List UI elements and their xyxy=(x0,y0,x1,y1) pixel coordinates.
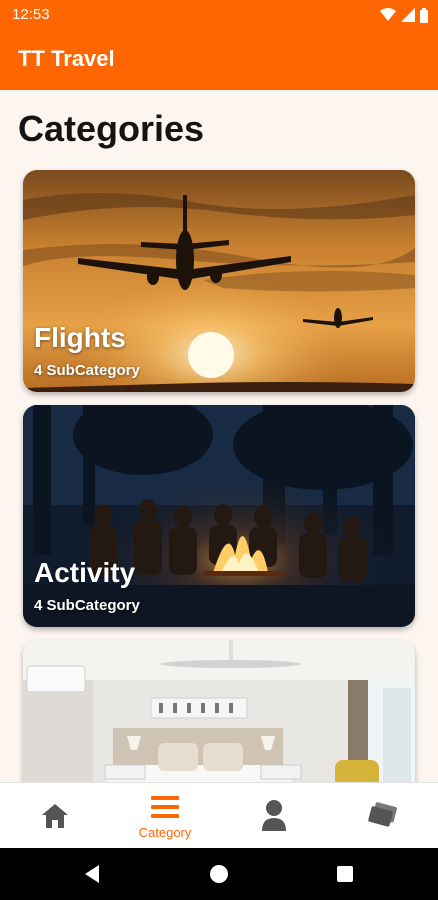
recents-icon[interactable] xyxy=(336,865,354,883)
app-bar: TT Travel xyxy=(0,30,438,90)
hotel-room-image xyxy=(23,640,415,782)
tickets-icon xyxy=(368,802,397,827)
category-title: Activity xyxy=(34,557,136,588)
status-icons xyxy=(380,7,428,23)
battery-icon xyxy=(420,7,428,23)
app-title: TT Travel xyxy=(18,46,115,71)
bottom-navigation: Category xyxy=(0,782,438,848)
flights-image xyxy=(23,170,415,392)
status-bar: 12:53 xyxy=(0,0,438,30)
category-subtitle: 4 SubCategory xyxy=(34,597,140,614)
signal-icon xyxy=(401,8,415,22)
category-subtitle: 4 SubCategory xyxy=(34,362,140,379)
menu-icon xyxy=(151,796,179,818)
activity-image xyxy=(23,405,415,627)
wifi-icon xyxy=(380,8,396,21)
home-circle-icon[interactable] xyxy=(209,864,229,884)
category-card-hotel[interactable] xyxy=(23,640,415,782)
category-title: Flights xyxy=(34,322,126,353)
back-icon[interactable] xyxy=(83,864,101,884)
category-card-flights[interactable]: Flights 4 SubCategory xyxy=(23,170,415,392)
nav-home[interactable] xyxy=(0,783,110,849)
category-list[interactable]: Flights 4 SubCategory Activity 4 SubCate… xyxy=(0,168,438,782)
system-navigation-bar xyxy=(0,848,438,900)
nav-category[interactable]: Category xyxy=(110,783,220,849)
nav-tickets[interactable] xyxy=(328,783,438,849)
category-card-activity[interactable]: Activity 4 SubCategory xyxy=(23,405,415,627)
home-icon xyxy=(42,804,68,828)
page-title: Categories xyxy=(18,108,205,149)
person-icon xyxy=(262,800,286,831)
nav-profile[interactable] xyxy=(219,783,329,849)
nav-category-label: Category xyxy=(138,825,192,840)
status-time: 12:53 xyxy=(12,6,50,23)
